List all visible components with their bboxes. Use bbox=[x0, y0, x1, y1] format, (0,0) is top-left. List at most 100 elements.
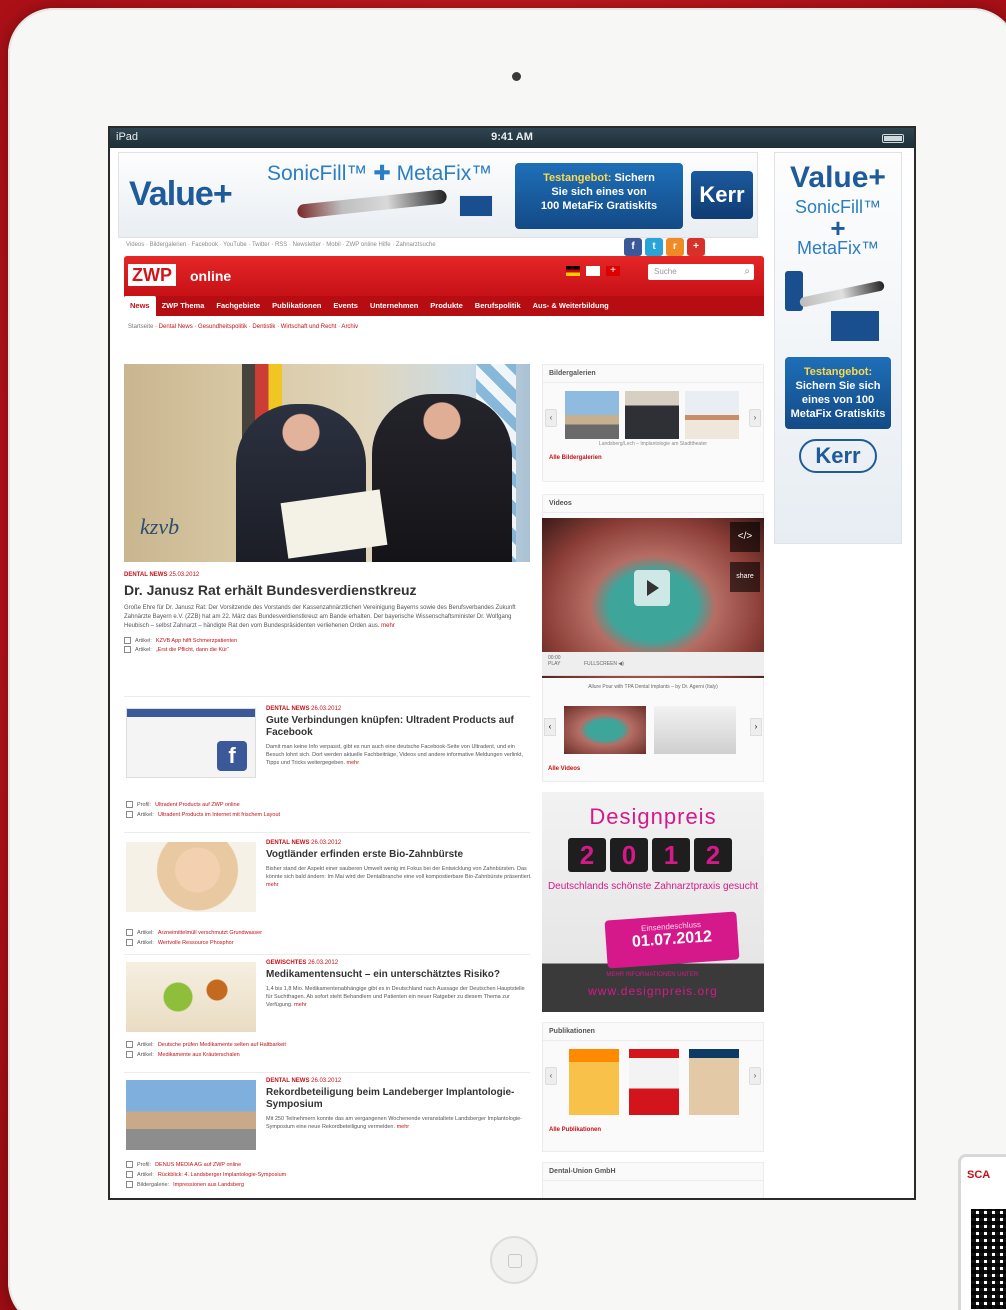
camera-icon bbox=[126, 1181, 133, 1188]
flag-icon[interactable] bbox=[586, 266, 600, 276]
profile-icon bbox=[126, 801, 133, 808]
medication-thumbnail[interactable] bbox=[126, 962, 256, 1032]
play-icon[interactable] bbox=[634, 570, 670, 606]
teaser-links: Artikel: Deutsche prüfen Medikamente selt… bbox=[126, 1038, 286, 1061]
gallery-image[interactable] bbox=[565, 391, 619, 439]
teaser-links: Profil: DENUS MEDIA AG auf ZWP online Art… bbox=[126, 1158, 286, 1191]
nav-weiterbildung[interactable]: Aus- & Weiterbildung bbox=[527, 296, 615, 316]
publications-prev-button[interactable]: ‹ bbox=[545, 1067, 557, 1085]
landsberg-thumbnail[interactable] bbox=[126, 1080, 256, 1150]
fullscreen-control[interactable]: FULLSCREEN bbox=[584, 661, 617, 667]
sky-offer: Testangebot: Sichern Sie sich eines von … bbox=[785, 357, 891, 429]
flag-de-icon[interactable] bbox=[566, 266, 580, 276]
facebook-page-thumbnail[interactable]: f bbox=[126, 708, 256, 778]
product-image bbox=[775, 259, 901, 351]
top-banner-ad[interactable]: Value+ SonicFill™ ✚ MetaFix™ Testangebot… bbox=[118, 152, 758, 238]
battery-icon bbox=[882, 134, 904, 143]
teaser-title[interactable]: Vogtländer erfinden erste Bio-Zahnbürste bbox=[266, 849, 532, 861]
video-prev-button[interactable]: ‹ bbox=[544, 718, 556, 736]
product-box-image bbox=[459, 195, 493, 217]
share-icon[interactable]: share bbox=[730, 562, 760, 592]
all-galleries-link[interactable]: Alle Bildergalerien bbox=[543, 453, 763, 467]
more-link[interactable]: mehr bbox=[381, 623, 395, 629]
google-plus-icon[interactable]: + bbox=[687, 238, 705, 256]
top-links[interactable]: Videos · Bildergalerien · Facebook · You… bbox=[126, 242, 436, 248]
article-icon bbox=[126, 811, 133, 818]
home-button[interactable] bbox=[490, 1236, 538, 1284]
video-thumbnail[interactable] bbox=[564, 706, 646, 754]
nav-publikationen[interactable]: Publikationen bbox=[266, 296, 327, 316]
gallery-next-button[interactable]: › bbox=[749, 409, 761, 427]
publication-cover[interactable] bbox=[629, 1049, 679, 1115]
gallery-box: Bildergalerien ‹ › Landsberg/Lech – Impl… bbox=[542, 364, 764, 482]
profile-icon bbox=[126, 1161, 133, 1168]
video-caption: Allure Pour with TPA Dental Implants – b… bbox=[588, 684, 718, 690]
play-control[interactable]: PLAY bbox=[548, 661, 560, 667]
site-header: ZWP online + Suche ⌕ bbox=[124, 256, 764, 298]
article-icon bbox=[124, 637, 131, 644]
banner-offer: Testangebot: Sichern Sie sich eines von … bbox=[515, 163, 683, 229]
related-link[interactable]: KZVB App hilft Schmerzpatienten bbox=[156, 638, 237, 644]
teaser-title[interactable]: Medikamentensucht – ein unterschätztes R… bbox=[266, 969, 532, 981]
nav-berufspolitik[interactable]: Berufspolitik bbox=[469, 296, 527, 316]
zwp-logo[interactable]: ZWP bbox=[128, 264, 176, 286]
publication-cover[interactable] bbox=[569, 1049, 619, 1115]
rss-icon[interactable]: r bbox=[666, 238, 684, 256]
teaser-title[interactable]: Rekordbeteiligung beim Landeberger Impla… bbox=[266, 1087, 532, 1111]
publication-cover[interactable] bbox=[689, 1049, 739, 1115]
all-publications-link[interactable]: Alle Publikationen bbox=[543, 1125, 763, 1139]
search-input[interactable]: Suche ⌕ bbox=[648, 264, 754, 280]
all-videos-link[interactable]: Alle Videos bbox=[548, 766, 580, 772]
skyscraper-ad[interactable]: Value+ SonicFill™ + MetaFix™ Testangebot… bbox=[774, 152, 902, 544]
gallery-title: Bildergalerien bbox=[543, 365, 763, 383]
nav-fachgebiete[interactable]: Fachgebiete bbox=[210, 296, 266, 316]
kzvb-logo: kzvb bbox=[140, 514, 180, 539]
publications-box: Publikationen ‹ › Alle Publikationen bbox=[542, 1022, 764, 1152]
nav-zwp-thema[interactable]: ZWP Thema bbox=[156, 296, 211, 316]
video-next-button[interactable]: › bbox=[750, 718, 762, 736]
qr-badge[interactable]: SCA bbox=[958, 1154, 1006, 1310]
nav-events[interactable]: Events bbox=[327, 296, 364, 316]
teaser-1: f DENTAL NEWS 26.03.2012 Gute Verbindung… bbox=[124, 704, 534, 826]
designpreis-ad[interactable]: Designpreis 2 0 1 2 Deutschlands schönst… bbox=[542, 792, 764, 1012]
volume-icon[interactable]: ◀) bbox=[618, 661, 624, 667]
qr-code bbox=[971, 1209, 1006, 1309]
publications-next-button[interactable]: › bbox=[749, 1067, 761, 1085]
teaser-title[interactable]: Gute Verbindungen knüpfen: Ultradent Pro… bbox=[266, 715, 532, 739]
gallery-image[interactable] bbox=[685, 391, 739, 439]
instrument-image bbox=[296, 189, 448, 219]
related-link[interactable]: „Erst die Pflicht, dann die Kür“ bbox=[156, 647, 229, 653]
flag-ch-icon[interactable]: + bbox=[606, 266, 620, 276]
article-icon bbox=[126, 929, 133, 936]
teaser-links: Profil: Ultradent Products auf ZWP online… bbox=[126, 798, 280, 821]
hero-image[interactable]: kzvb bbox=[124, 364, 530, 562]
divider bbox=[124, 954, 530, 955]
kerr-logo: Kerr bbox=[799, 439, 877, 473]
facebook-icon[interactable]: f bbox=[624, 238, 642, 256]
related-links: Artikel: KZVB App hilft Schmerzpatienten … bbox=[124, 637, 530, 653]
video-title: Videos bbox=[543, 495, 763, 513]
nav-news[interactable]: News bbox=[124, 296, 156, 316]
breadcrumb: Startseite · Dental News · Gesundheitspo… bbox=[128, 324, 359, 330]
video-thumbnail[interactable] bbox=[654, 706, 736, 754]
embed-icon[interactable]: </> bbox=[730, 522, 760, 552]
gallery-prev-button[interactable]: ‹ bbox=[545, 409, 557, 427]
camera bbox=[512, 72, 521, 81]
teaser-3: GEWISCHTES 26.03.2012 Medikamentensucht … bbox=[124, 958, 534, 1078]
main-article: DENTAL NEWS 25.03.2012 Dr. Janusz Rat er… bbox=[124, 572, 530, 655]
publications-title: Publikationen bbox=[543, 1023, 763, 1041]
gallery-image[interactable] bbox=[625, 391, 679, 439]
toothbrush-thumbnail[interactable] bbox=[126, 842, 256, 912]
clock: 9:41 AM bbox=[491, 131, 533, 143]
kerr-logo: Kerr bbox=[691, 171, 753, 219]
article-icon bbox=[126, 1051, 133, 1058]
dental-union-box: Dental-Union GmbH bbox=[542, 1162, 764, 1198]
nav-produkte[interactable]: Produkte bbox=[424, 296, 469, 316]
nav-unternehmen[interactable]: Unternehmen bbox=[364, 296, 424, 316]
divider bbox=[124, 696, 530, 697]
sky-value-logo: Value+ bbox=[790, 161, 886, 194]
twitter-icon[interactable]: t bbox=[645, 238, 663, 256]
search-icon[interactable]: ⌕ bbox=[744, 266, 750, 277]
article-title[interactable]: Dr. Janusz Rat erhält Bundesverdienstkre… bbox=[124, 582, 530, 598]
divider bbox=[124, 832, 530, 833]
